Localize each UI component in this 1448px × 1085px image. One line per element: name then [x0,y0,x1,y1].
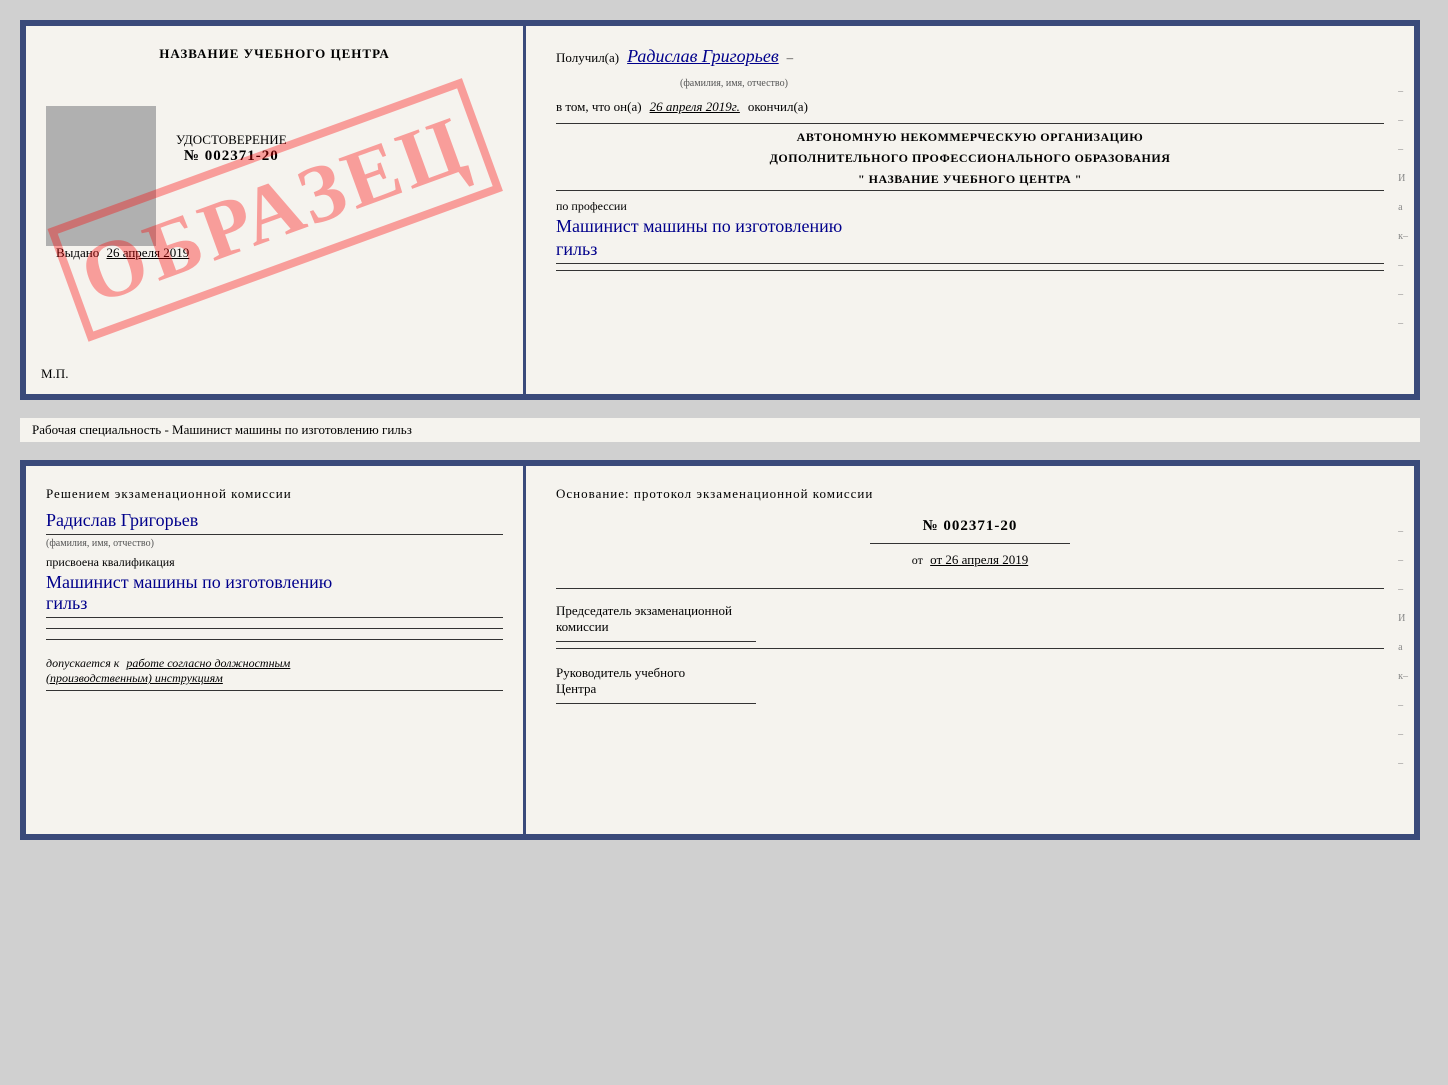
cert-bottom-right: Основание: протокол экзаменационной коми… [526,466,1414,834]
bottom-qualification: Машинист машины по изготовлению [46,572,503,593]
udostoverenie-title: УДОСТОВЕРЕНИЕ [176,132,287,148]
dopuskaetsya-label: допускается к [46,656,119,670]
predsedatel-text: Председатель экзаменационной [556,603,732,618]
udostoverenie-num: № 002371-20 [176,148,287,165]
rukovoditel-label: Руководитель учебного Центра [556,665,1384,697]
poluchil-label: Получил(а) [556,50,619,66]
bottom-line4 [46,690,503,691]
komissii-text: комиссии [556,619,609,634]
vydano-line: Выдано 26 апреля 2019 [56,245,189,261]
vtom-label: в том, что он(а) [556,99,642,115]
line4 [556,270,1384,271]
line2 [556,190,1384,191]
bottom-certificate: Решением экзаменационной комиссии Радисл… [20,460,1420,840]
cert-top-right: Получил(а) Радислав Григорьев – (фамилия… [526,26,1414,394]
okonchil-label: окончил(а) [748,99,808,115]
middle-label: Рабочая специальность - Машинист машины … [20,418,1420,442]
line1 [556,123,1384,124]
udostoverenie-block: УДОСТОВЕРЕНИЕ № 002371-20 [176,132,287,165]
profession-text: Машинист машины по изготовлению [556,216,1384,237]
bottom-right-line1 [556,588,1384,589]
org-line2: ДОПОЛНИТЕЛЬНОГО ПРОФЕССИОНАЛЬНОГО ОБРАЗО… [556,151,1384,166]
top-left-title: НАЗВАНИЕ УЧЕБНОГО ЦЕНТРА [46,46,503,62]
work-text: работе согласно должностным [126,656,290,670]
org-line1: АВТОНОМНУЮ НЕКОММЕРЧЕСКУЮ ОРГАНИЗАЦИЮ [556,130,1384,145]
dopuskaetsya-block: допускается к работе согласно должностны… [46,656,503,686]
protocol-line [870,543,1070,544]
assigned-label: присвоена квалификация [46,555,503,570]
rukovoditel-text: Руководитель учебного [556,665,685,680]
bottom-line2 [46,628,503,629]
bottom-line1 [46,617,503,618]
photo-placeholder [46,106,156,246]
vtom-row: в том, что он(а) 26 апреля 2019г. окончи… [556,99,1384,115]
rukovoditel-signature-line [556,703,756,704]
org-line3: " НАЗВАНИЕ УЧЕБНОГО ЦЕНТРА " [556,172,1384,187]
vydano-label: Выдано [56,245,99,260]
bottom-name-line [46,534,503,535]
cert-top-left: НАЗВАНИЕ УЧЕБНОГО ЦЕНТРА УДОСТОВЕРЕНИЕ №… [26,26,526,394]
predsedatel-label: Председатель экзаменационной комиссии [556,603,1384,635]
protocol-num: № 002371-20 [556,518,1384,535]
side-dashes-top: – – – И а к– – – – [1398,86,1408,329]
page-wrapper: НАЗВАНИЕ УЧЕБНОГО ЦЕНТРА УДОСТОВЕРЕНИЕ №… [20,20,1428,840]
decision-title: Решением экзаменационной комиссии [46,486,503,502]
bottom-recipient-name: Радислав Григорьев [46,510,503,531]
osnovaniye-title: Основание: протокол экзаменационной коми… [556,486,1384,502]
tsentra-text: Центра [556,681,596,696]
fio-label-top: (фамилия, имя, отчество) [680,78,788,89]
cert-bottom-left: Решением экзаменационной комиссии Радисл… [26,466,526,834]
bottom-fio-label: (фамилия, имя, отчество) [46,538,503,549]
dash-poluchil: – [787,50,794,66]
ot-date-value: от 26 апреля 2019 [930,552,1028,567]
bottom-line3 [46,639,503,640]
work-text2: (производственным) инструкциям [46,671,223,685]
vydano-date: 26 апреля 2019 [107,245,190,260]
bottom-right-line2 [556,648,1384,649]
ot-date: от от 26 апреля 2019 [556,552,1384,568]
ot-prefix: от [912,553,923,567]
bottom-qualification2: гильз [46,593,503,614]
po-professii: по профессии [556,199,1384,214]
top-certificate: НАЗВАНИЕ УЧЕБНОГО ЦЕНТРА УДОСТОВЕРЕНИЕ №… [20,20,1420,400]
poluchil-row: Получил(а) Радислав Григорьев – [556,46,1384,67]
mp-line: М.П. [41,366,68,382]
completion-date: 26 апреля 2019г. [650,99,740,115]
profession-text2: гильз [556,239,1384,260]
side-dashes-bottom: – – – И а к– – – – [1398,526,1408,769]
predsedatel-signature-line [556,641,756,642]
recipient-name: Радислав Григорьев [627,46,779,67]
line3 [556,263,1384,264]
